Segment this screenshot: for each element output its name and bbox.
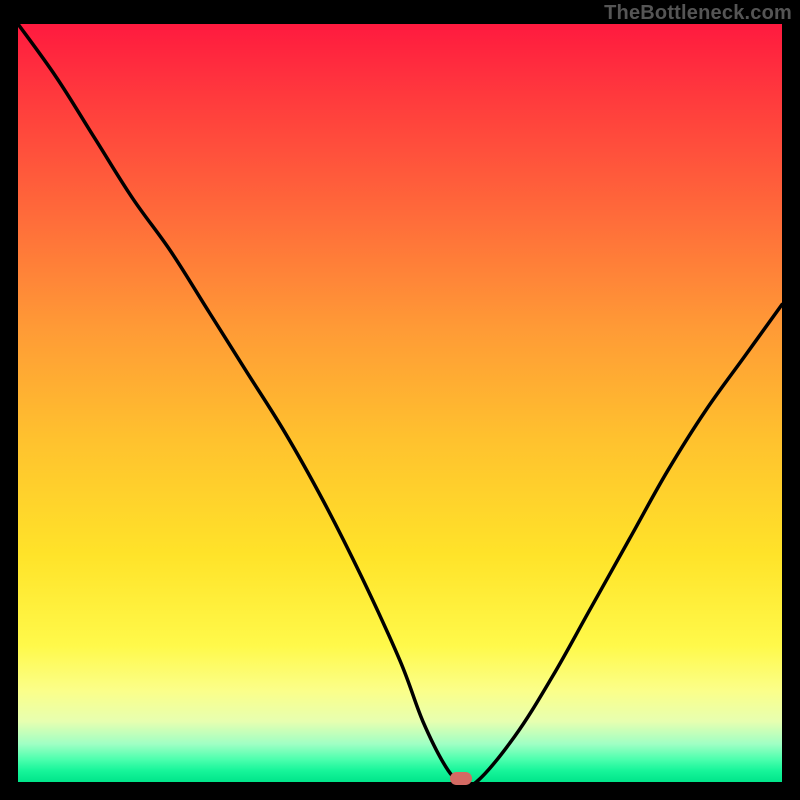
bottleneck-curve <box>18 24 782 782</box>
optimum-marker <box>450 772 472 785</box>
chart-stage: TheBottleneck.com <box>0 0 800 800</box>
plot-area <box>18 24 782 782</box>
watermark-text: TheBottleneck.com <box>604 2 792 25</box>
curve-path <box>18 24 782 786</box>
